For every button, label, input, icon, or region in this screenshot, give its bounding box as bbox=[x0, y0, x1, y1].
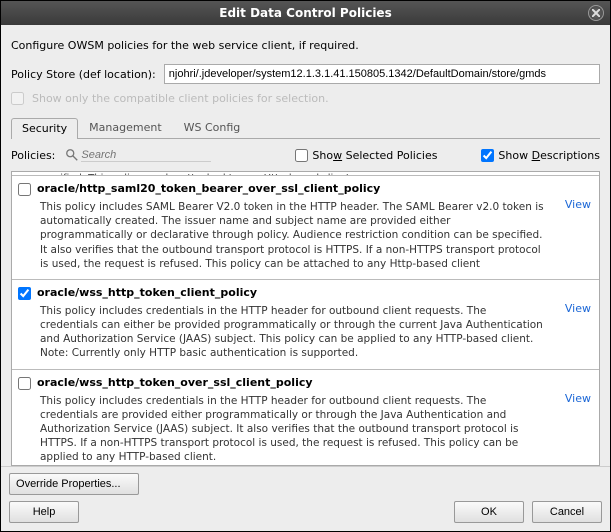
policy-item: oracle/wss_http_token_over_ssl_client_po… bbox=[12, 370, 599, 465]
view-link[interactable]: View bbox=[565, 302, 591, 315]
show-descriptions-checkbox[interactable] bbox=[481, 149, 494, 162]
compat-checkbox bbox=[11, 92, 24, 105]
tab-security[interactable]: Security bbox=[11, 118, 78, 139]
compat-label: Show only the compatible client policies… bbox=[32, 92, 329, 105]
policy-name: oracle/wss_http_token_client_policy bbox=[37, 286, 257, 299]
policy-checkbox[interactable] bbox=[18, 183, 31, 196]
search-icon bbox=[65, 148, 79, 162]
ok-button[interactable]: OK bbox=[454, 501, 524, 523]
view-link[interactable]: View bbox=[565, 198, 591, 211]
policy-checkbox[interactable] bbox=[18, 377, 31, 390]
show-selected-checkbox[interactable] bbox=[295, 149, 308, 162]
tab-bar: Security Management WS Config bbox=[11, 117, 600, 139]
policy-item: oracle/http_saml20_token_bearer_over_ssl… bbox=[12, 176, 599, 280]
tab-management[interactable]: Management bbox=[78, 117, 172, 138]
policy-store-label: Policy Store (def location): bbox=[11, 68, 156, 81]
search-wrap bbox=[65, 148, 255, 162]
view-link[interactable]: View bbox=[565, 392, 591, 405]
show-descriptions-wrap[interactable]: Show Descriptions bbox=[481, 149, 600, 162]
override-properties-button[interactable]: Override Properties... bbox=[9, 473, 139, 495]
search-input[interactable] bbox=[81, 149, 211, 162]
policy-desc: This policy includes SAML Bearer V2.0 to… bbox=[40, 200, 545, 271]
policy-item: oracle/wss_http_token_client_policy This… bbox=[12, 280, 599, 370]
window-title: Edit Data Control Policies bbox=[219, 6, 391, 20]
policy-desc: This policy includes credentials in the … bbox=[40, 304, 545, 361]
policy-name: oracle/wss_http_token_over_ssl_client_po… bbox=[37, 376, 313, 389]
dialog-footer: Override Properties... Help OK Cancel bbox=[1, 466, 610, 531]
show-descriptions-label: Show Descriptions bbox=[498, 149, 600, 162]
policy-checkbox[interactable] bbox=[18, 287, 31, 300]
policy-store-row: Policy Store (def location): bbox=[11, 64, 600, 84]
policy-name: oracle/http_saml20_token_bearer_over_ssl… bbox=[37, 182, 380, 195]
tab-wsconfig[interactable]: WS Config bbox=[173, 117, 252, 138]
cancel-button[interactable]: Cancel bbox=[532, 501, 602, 523]
policies-toolbar: Policies: Show Selected Policies Show De… bbox=[11, 145, 600, 165]
policy-desc: This policy includes credentials in the … bbox=[40, 394, 545, 465]
policies-label: Policies: bbox=[11, 149, 55, 162]
show-selected-wrap[interactable]: Show Selected Policies bbox=[295, 149, 437, 162]
compat-row: Show only the compatible client policies… bbox=[11, 92, 600, 105]
close-icon[interactable] bbox=[588, 5, 604, 21]
policy-store-input[interactable] bbox=[164, 64, 600, 84]
help-button[interactable]: Help bbox=[9, 501, 79, 523]
policy-list: specified. This policy can be attached t… bbox=[11, 171, 600, 466]
titlebar: Edit Data Control Policies bbox=[1, 1, 610, 25]
description-text: Configure OWSM policies for the web serv… bbox=[11, 39, 600, 52]
show-selected-label: Show Selected Policies bbox=[312, 149, 437, 162]
